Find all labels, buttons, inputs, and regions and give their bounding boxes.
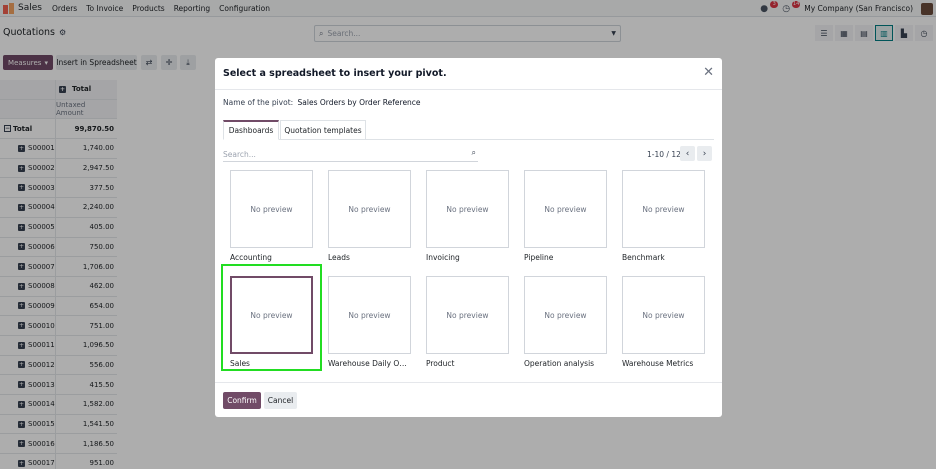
pager-next-icon[interactable]: › <box>697 146 712 161</box>
spreadsheet-thumbnail[interactable]: No preview <box>328 170 411 248</box>
spreadsheet-thumbnail[interactable]: No preview <box>328 276 411 354</box>
search-icon[interactable]: ⌕ <box>472 148 476 158</box>
dialog-title: Select a spreadsheet to insert your pivo… <box>223 68 447 79</box>
spreadsheet-card[interactable]: No preview Accounting <box>230 170 313 262</box>
spreadsheet-name: Operation analysis <box>524 359 595 368</box>
spreadsheet-name: Warehouse Metrics <box>622 359 694 368</box>
spreadsheet-card[interactable]: No preview Invoicing <box>426 170 509 262</box>
spreadsheet-thumbnail[interactable]: No preview <box>524 276 607 354</box>
spreadsheet-card[interactable]: No preview Warehouse Daily Operations <box>328 276 411 368</box>
spreadsheet-name: Pipeline <box>524 253 554 262</box>
select-spreadsheet-dialog: Select a spreadsheet to insert your pivo… <box>215 58 722 417</box>
pivot-name-label: Name of the pivot: <box>223 98 294 107</box>
spreadsheet-name: Product <box>426 359 455 368</box>
dialog-footer: Confirm Cancel <box>215 382 722 417</box>
pager-value[interactable]: 1-10 / 12 <box>647 150 681 159</box>
dialog-tabs: Dashboards Quotation templates <box>223 120 714 140</box>
spreadsheet-card[interactable]: No preview Benchmark <box>622 170 705 262</box>
spreadsheet-name: Invoicing <box>426 253 460 262</box>
close-icon[interactable]: ✕ <box>703 65 714 80</box>
spreadsheet-name: Leads <box>328 253 350 262</box>
tab-dashboards[interactable]: Dashboards <box>223 120 279 140</box>
cancel-button[interactable]: Cancel <box>264 392 297 409</box>
pivot-name-value: Sales Orders by Order Reference <box>297 98 421 107</box>
spreadsheet-thumbnail[interactable]: No preview <box>622 170 705 248</box>
spreadsheet-card[interactable]: No preview Leads <box>328 170 411 262</box>
spreadsheet-name: Warehouse Daily Operations <box>328 359 411 368</box>
tab-quotation-templates[interactable]: Quotation templates <box>280 120 366 140</box>
confirm-button[interactable]: Confirm <box>223 392 261 409</box>
spreadsheet-name: Benchmark <box>622 253 665 262</box>
dialog-search[interactable]: Search... ⌕ <box>223 147 478 162</box>
spreadsheet-card-selected[interactable]: No preview Sales <box>230 276 313 368</box>
spreadsheet-thumbnail[interactable]: No preview <box>622 276 705 354</box>
spreadsheet-thumbnail[interactable]: No preview <box>426 170 509 248</box>
dialog-search-input[interactable]: Search... <box>223 150 256 159</box>
spreadsheet-card[interactable]: No preview Product <box>426 276 509 368</box>
spreadsheet-thumbnail[interactable]: No preview <box>524 170 607 248</box>
spreadsheet-card[interactable]: No preview Pipeline <box>524 170 607 262</box>
pager-previous-icon[interactable]: ‹ <box>680 146 695 161</box>
spreadsheet-thumbnail[interactable]: No preview <box>426 276 509 354</box>
pivot-name: Name of the pivot: Sales Orders by Order… <box>223 98 421 107</box>
spreadsheet-name: Sales <box>230 359 250 368</box>
spreadsheet-thumbnail[interactable]: No preview <box>230 170 313 248</box>
spreadsheet-name: Accounting <box>230 253 272 262</box>
spreadsheet-thumbnail[interactable]: No preview <box>230 276 313 354</box>
dialog-header: Select a spreadsheet to insert your pivo… <box>215 58 722 90</box>
spreadsheet-card[interactable]: No preview Warehouse Metrics <box>622 276 705 368</box>
spreadsheet-card[interactable]: No preview Operation analysis <box>524 276 607 368</box>
